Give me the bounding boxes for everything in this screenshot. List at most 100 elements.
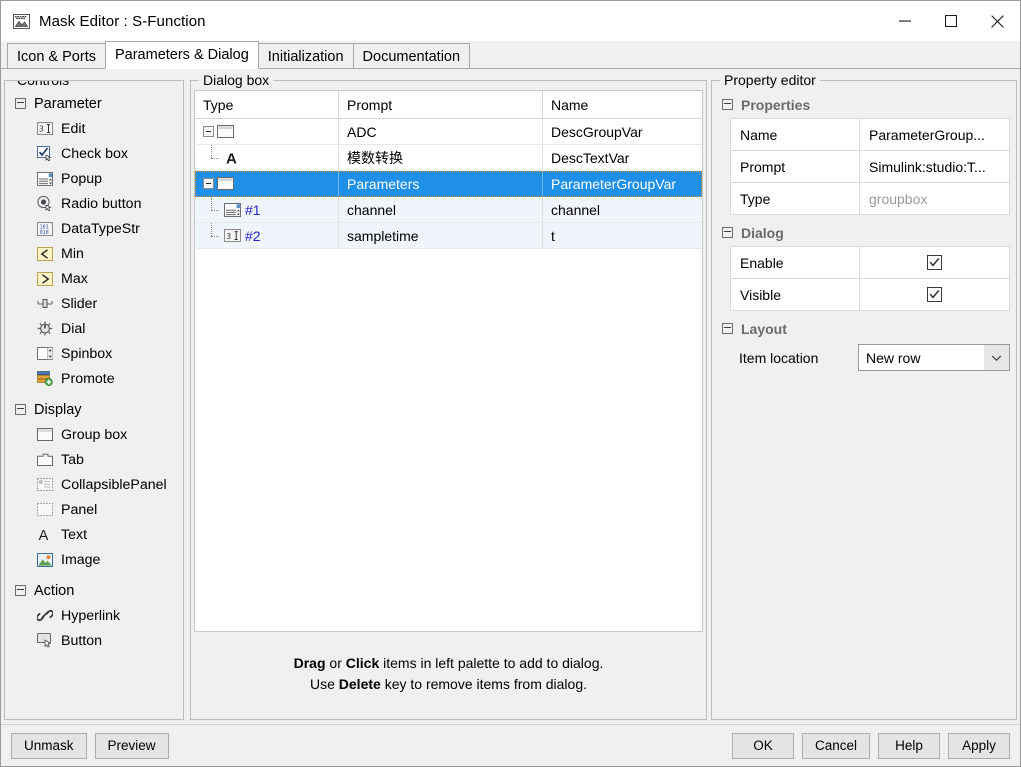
item-location-dropdown[interactable]: New row: [858, 344, 1010, 371]
tree-connector: [203, 223, 221, 248]
palette-item-button[interactable]: Button: [13, 628, 183, 653]
minimize-button[interactable]: [882, 1, 928, 41]
window-controls: [882, 1, 1020, 41]
property-section-properties[interactable]: Properties: [718, 91, 1010, 118]
collapse-box-icon[interactable]: [722, 323, 733, 334]
palette-item-promote[interactable]: Promote: [13, 366, 183, 391]
column-header-prompt[interactable]: Prompt: [339, 91, 543, 118]
hyperlink-icon: [37, 608, 53, 624]
cell-name[interactable]: t: [543, 223, 702, 248]
property-value-prompt[interactable]: Simulink:studio:T...: [859, 151, 1009, 182]
cell-prompt[interactable]: sampletime: [339, 223, 543, 248]
tab-documentation[interactable]: Documentation: [352, 43, 471, 69]
apply-button[interactable]: Apply: [948, 732, 1010, 759]
palette-item-radio-button[interactable]: Radio button: [13, 191, 183, 216]
tree-connector: [203, 145, 221, 170]
dialog-tree-table[interactable]: Type Prompt Name ADC DescGroupVar A 模数转换…: [194, 90, 703, 632]
property-editor-column: Property editor Properties Name Paramete…: [711, 72, 1017, 720]
palette-item-edit[interactable]: 3 Edit: [13, 116, 183, 141]
close-button[interactable]: [974, 1, 1020, 41]
table-row[interactable]: A 模数转换 DescTextVar: [195, 145, 702, 171]
checkbox-icon: [37, 146, 53, 162]
palette-item-check-box[interactable]: Check box: [13, 141, 183, 166]
tab-initialization[interactable]: Initialization: [257, 43, 354, 69]
cell-prompt[interactable]: 模数转换: [339, 145, 543, 170]
property-row-name[interactable]: Name ParameterGroup...: [731, 119, 1009, 151]
palette-item-label: Tab: [61, 451, 84, 468]
cell-prompt[interactable]: channel: [339, 197, 543, 222]
chevron-down-icon[interactable]: [984, 345, 1009, 370]
palette-item-slider[interactable]: Slider: [13, 291, 183, 316]
tree-node-type-cell[interactable]: #1: [195, 197, 339, 222]
palette-item-label: Promote: [61, 370, 115, 387]
palette-item-tab[interactable]: Tab: [13, 447, 183, 472]
palette-item-hyperlink[interactable]: Hyperlink: [13, 603, 183, 628]
cancel-button[interactable]: Cancel: [801, 732, 870, 759]
hint-text-use: Use: [309, 676, 339, 692]
palette-item-max[interactable]: Max: [13, 266, 183, 291]
collapse-box-icon[interactable]: [722, 227, 733, 238]
palette-section-label: Action: [34, 582, 75, 599]
table-row[interactable]: 3 #2 sampletime t: [195, 223, 702, 249]
cell-name[interactable]: DescTextVar: [543, 145, 702, 170]
tree-node-type-cell[interactable]: [195, 171, 339, 196]
cell-prompt[interactable]: ADC: [339, 119, 543, 144]
tab-icon-and-ports[interactable]: Icon & Ports: [7, 43, 106, 69]
palette-item-text[interactable]: A Text: [13, 522, 183, 547]
palette-item-image[interactable]: Image: [13, 547, 183, 572]
palette-item-min[interactable]: Min: [13, 241, 183, 266]
maximize-button[interactable]: [928, 1, 974, 41]
palette-item-label: Popup: [61, 170, 103, 187]
visible-checkbox[interactable]: [927, 287, 942, 302]
collapse-box-icon[interactable]: [15, 404, 26, 415]
item-location-value: New row: [866, 349, 921, 366]
table-row-selected[interactable]: Parameters ParameterGroupVar: [195, 171, 702, 197]
column-header-type[interactable]: Type: [195, 91, 339, 118]
property-section-layout[interactable]: Layout: [718, 315, 1010, 342]
cell-prompt[interactable]: Parameters: [339, 171, 543, 196]
tree-empty-area[interactable]: [195, 249, 702, 631]
unmask-button[interactable]: Unmask: [11, 732, 87, 759]
collapse-box-icon[interactable]: [15, 585, 26, 596]
palette-item-dial[interactable]: Dial: [13, 316, 183, 341]
tab-parameters-and-dialog[interactable]: Parameters & Dialog: [104, 41, 259, 69]
mask-editor-icon: [13, 13, 30, 30]
collapse-box-icon[interactable]: [722, 99, 733, 110]
tree-node-type-cell[interactable]: A: [195, 145, 339, 170]
collapse-box-icon[interactable]: [15, 98, 26, 109]
palette-item-panel[interactable]: Panel: [13, 497, 183, 522]
palette-item-datatypestr[interactable]: 101 010 DataTypeStr: [13, 216, 183, 241]
property-value-name[interactable]: ParameterGroup...: [859, 119, 1009, 150]
hint-text-rest-2: key to remove items from dialog.: [380, 676, 587, 692]
enable-checkbox[interactable]: [927, 255, 942, 270]
group-box-icon: [37, 427, 53, 443]
cell-name[interactable]: DescGroupVar: [543, 119, 702, 144]
property-row-enable[interactable]: Enable: [731, 247, 1009, 279]
property-value-enable[interactable]: [859, 247, 1009, 278]
ok-button[interactable]: OK: [731, 732, 794, 759]
palette-item-group-box[interactable]: Group box: [13, 422, 183, 447]
table-row[interactable]: ADC DescGroupVar: [195, 119, 702, 145]
expander-icon[interactable]: [203, 126, 214, 137]
palette-item-collapsible-panel[interactable]: CollapsiblePanel: [13, 472, 183, 497]
cell-name[interactable]: channel: [543, 197, 702, 222]
palette-item-popup[interactable]: Popup: [13, 166, 183, 191]
property-row-prompt[interactable]: Prompt Simulink:studio:T...: [731, 151, 1009, 183]
tree-node-type-cell[interactable]: 3 #2: [195, 223, 339, 248]
property-section-dialog[interactable]: Dialog: [718, 219, 1010, 246]
column-header-name[interactable]: Name: [543, 91, 702, 118]
hint-bold-drag: Drag: [293, 655, 326, 671]
palette-section-parameter[interactable]: Parameter: [15, 91, 183, 116]
table-row[interactable]: #1 channel channel: [195, 197, 702, 223]
property-value-visible[interactable]: [859, 279, 1009, 310]
palette-item-spinbox[interactable]: Spinbox: [13, 341, 183, 366]
preview-button[interactable]: Preview: [94, 732, 169, 759]
palette-section-action[interactable]: Action: [15, 578, 183, 603]
expander-icon[interactable]: [203, 178, 214, 189]
palette-section-display[interactable]: Display: [15, 397, 183, 422]
cell-name[interactable]: ParameterGroupVar: [543, 171, 702, 196]
tree-node-type-cell[interactable]: [195, 119, 339, 144]
help-button[interactable]: Help: [878, 732, 940, 759]
hint-text-or: or: [325, 655, 346, 671]
property-row-visible[interactable]: Visible: [731, 279, 1009, 311]
